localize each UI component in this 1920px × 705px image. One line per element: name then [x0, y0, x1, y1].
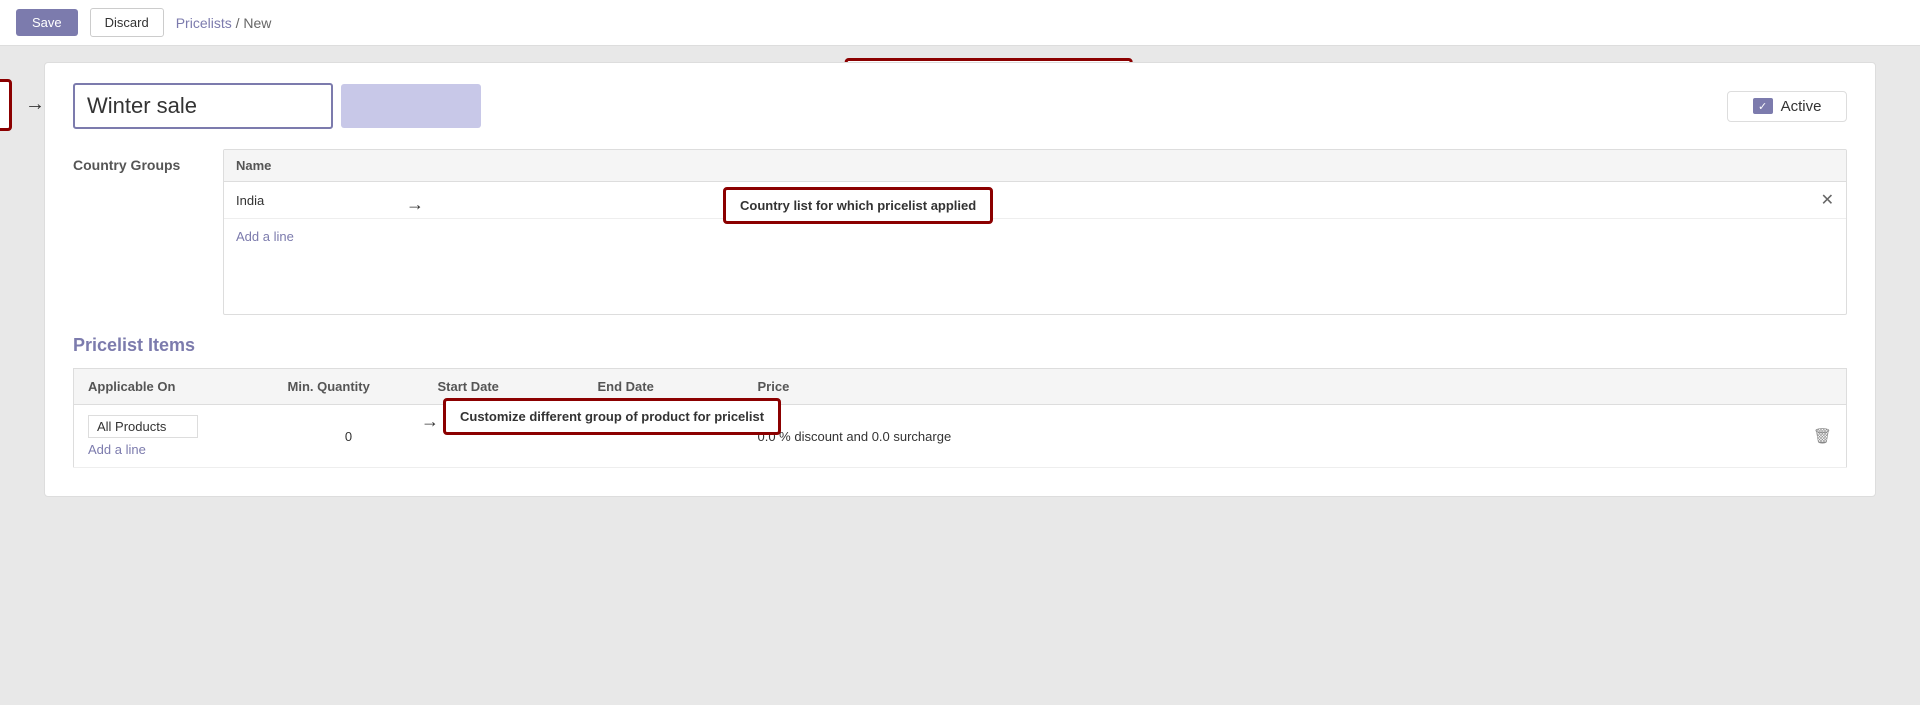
country-groups-label: Country Groups — [73, 149, 203, 315]
add-country-line-button[interactable]: Add a line — [224, 223, 306, 250]
th-min-quantity: Min. Quantity — [274, 369, 424, 405]
page-wrapper: Pricelist Name → Active Country Groups — [0, 46, 1920, 513]
country-row-india: India ✕ — [224, 182, 1846, 219]
table-row: All Products Add a line 0 0.0 % discount — [74, 405, 1847, 468]
pricelist-name-group — [73, 83, 481, 129]
td-min-quantity: 0 — [274, 405, 424, 468]
td-applicable-on: All Products Add a line — [74, 405, 274, 468]
page-content: Pricelist Name → Active Country Groups — [0, 46, 1920, 513]
td-price: 0.0 % discount and 0.0 surcharge — [744, 405, 1799, 468]
country-annotation-wrapper: Name India ✕ Add a line → Country list f… — [223, 149, 1847, 315]
country-delete-button[interactable]: ✕ — [1821, 190, 1834, 210]
country-groups-section: Country Groups Name India ✕ Add a line — [73, 149, 1847, 315]
form-card: Pricelist Name → Active Country Groups — [44, 62, 1876, 497]
active-icon — [1753, 98, 1773, 114]
annotation-items-customize: Customize different group of product for… — [443, 398, 781, 435]
annotation-arrow-name: → — [25, 93, 45, 116]
active-toggle[interactable]: Active — [1727, 91, 1847, 122]
annotation-items-arrow: → — [421, 411, 439, 432]
country-table-header: Name — [224, 150, 1846, 182]
pricelist-items-title: Pricelist Items — [73, 335, 1847, 356]
annotation-country-list: Country list for which pricelist applied — [723, 187, 993, 224]
applicable-on-value: All Products — [97, 419, 166, 434]
country-name-india: India — [236, 193, 264, 208]
items-table: Applicable On Min. Quantity Start Date E… — [73, 368, 1847, 468]
form-header: Active — [73, 83, 1847, 129]
active-label: Active — [1781, 98, 1822, 115]
annotation-country-arrow: → — [406, 194, 424, 215]
add-item-line-button[interactable]: Add a line — [88, 442, 146, 457]
td-delete[interactable]: 🗑 — [1799, 405, 1847, 468]
th-applicable-on: Applicable On — [74, 369, 274, 405]
top-bar: Save Discard Pricelists / New — [0, 0, 1920, 46]
pricelist-name-input[interactable] — [73, 83, 333, 129]
th-price: Price — [744, 369, 1799, 405]
pricelist-name-extra-field[interactable] — [341, 84, 481, 128]
items-annotation-wrapper: Applicable On Min. Quantity Start Date E… — [73, 368, 1847, 468]
breadcrumb-pricelists[interactable]: Pricelists — [176, 15, 232, 31]
delete-item-icon[interactable]: 🗑 — [1813, 428, 1832, 445]
pricelist-items-section: Pricelist Items Applicable On Min. Quant… — [73, 335, 1847, 468]
country-table: Name India ✕ Add a line — [223, 149, 1847, 315]
breadcrumb-current: New — [243, 15, 271, 31]
annotation-pricelist-name: Pricelist Name — [0, 79, 12, 131]
discard-button[interactable]: Discard — [90, 8, 164, 37]
breadcrumb: Pricelists / New — [176, 15, 272, 31]
save-button[interactable]: Save — [16, 9, 78, 36]
